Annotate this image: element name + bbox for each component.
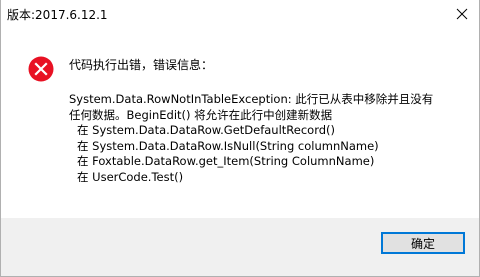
stack-trace-line: 在 Foxtable.DataRow.get_Item(String Colum… (77, 154, 375, 168)
title-bar: 版本:2017.6.12.1 (1, 0, 479, 28)
window-title: 版本:2017.6.12.1 (7, 8, 108, 22)
error-icon (28, 56, 54, 82)
message-heading: 代码执行出错，错误信息： (69, 58, 214, 72)
message-text: System.Data.RowNotInTableException: 此行已从… (69, 92, 469, 185)
button-bar: 确定 (1, 218, 479, 276)
close-icon (456, 8, 468, 20)
close-button[interactable] (445, 0, 479, 28)
stack-trace-line: 在 System.Data.DataRow.GetDefaultRecord() (77, 123, 336, 137)
error-dialog: 版本:2017.6.12.1 代码执行出错，错误信息： System.Data.… (0, 0, 480, 277)
message-line: 任何数据。BeginEdit() 将允许在此行中创建新数据 (69, 107, 333, 122)
message-area: 代码执行出错，错误信息： System.Data.RowNotInTableEx… (1, 28, 479, 218)
message-line: System.Data.RowNotInTableException: 此行已从… (69, 92, 434, 106)
stack-trace-line: 在 UserCode.Test() (77, 169, 184, 184)
ok-button[interactable]: 确定 (381, 232, 465, 254)
stack-trace-line: 在 System.Data.DataRow.IsNull(String colu… (77, 138, 379, 153)
